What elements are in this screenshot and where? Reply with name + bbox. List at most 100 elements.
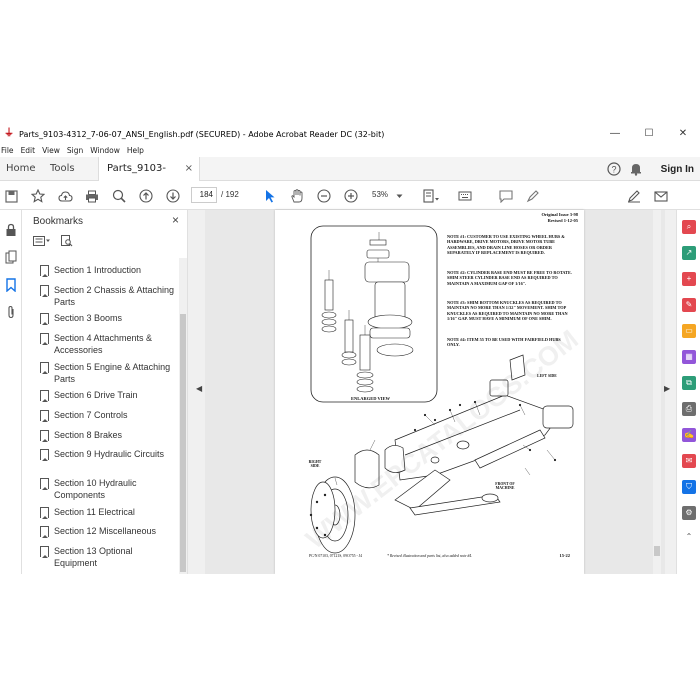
acrobat-logo-icon: ⏚	[4, 128, 14, 139]
menu-edit[interactable]: Edit	[21, 146, 36, 155]
bookmark-label: Section 11 Electrical	[54, 507, 135, 517]
comment-tool-icon[interactable]: ▭	[682, 324, 696, 338]
bookmark-label: Section 1 Introduction	[54, 265, 142, 275]
zoom-level[interactable]: 53%	[372, 187, 388, 203]
zoom-out-icon[interactable]	[314, 186, 334, 206]
expand-chevron-icon[interactable]: ⌃	[682, 530, 696, 544]
pdf-right-side: RIGHT SIDE	[308, 460, 322, 468]
bookmarks-panel-icon[interactable]	[1, 275, 21, 295]
bookmarks-scroll-thumb[interactable]	[180, 314, 186, 572]
bookmark-options-icon[interactable]	[33, 236, 51, 248]
bookmark-section-11[interactable]: Section 11 Electrical	[40, 506, 178, 519]
organize-pages-icon[interactable]: ▦	[682, 350, 696, 364]
bookmark-label: Section 10 Hydraulic Components	[54, 478, 137, 500]
bookmark-star-icon[interactable]	[28, 186, 48, 206]
bookmarks-close-button[interactable]: ×	[172, 213, 179, 227]
bookmark-section-3[interactable]: Section 3 Booms	[40, 312, 178, 325]
bookmark-flag-icon	[40, 430, 49, 442]
attachments-paperclip-icon[interactable]	[1, 302, 21, 322]
bookmark-section-12[interactable]: Section 12 Miscellaneous	[40, 525, 178, 538]
page-fit-icon[interactable]	[421, 186, 441, 206]
zoom-search-icon[interactable]	[109, 186, 129, 206]
bookmark-label: Section 12 Miscellaneous	[54, 526, 157, 536]
bookmark-flag-icon	[40, 362, 49, 374]
save-icon[interactable]	[1, 186, 21, 206]
bookmark-section-2[interactable]: Section 2 Chassis & Attaching Parts	[40, 284, 178, 308]
mail-icon[interactable]	[651, 186, 671, 206]
bookmark-section-5[interactable]: Section 5 Engine & Attaching Parts	[40, 361, 178, 385]
hand-tool-icon[interactable]	[287, 186, 307, 206]
collapse-right-panel-icon[interactable]: ▶	[664, 384, 670, 393]
help-icon[interactable]: ?	[603, 158, 625, 180]
bookmark-flag-icon	[40, 333, 49, 345]
tab-close-button[interactable]: ×	[185, 157, 193, 181]
fill-sign-icon[interactable]: ✍	[682, 428, 696, 442]
acrobat-window: ⏚ Parts_9103-4312_7-06-07_ANSI_English.p…	[0, 124, 700, 574]
tab-tools[interactable]: Tools	[50, 157, 75, 181]
next-page-icon[interactable]	[163, 186, 183, 206]
combine-files-icon[interactable]: ⧉	[682, 376, 696, 390]
menu-bar: File Edit View Sign Window Help	[0, 144, 700, 157]
edit-pdf-icon[interactable]: ✎	[682, 298, 696, 312]
select-cursor-icon[interactable]	[260, 186, 280, 206]
toolbar: 184 / 192 53%	[0, 181, 700, 210]
search-tool-icon[interactable]: ⌕	[682, 220, 696, 234]
find-bookmark-icon[interactable]	[61, 235, 73, 249]
close-window-button[interactable]: ✕	[666, 124, 700, 144]
bookmark-section-10[interactable]: Section 10 Hydraulic Components	[40, 477, 178, 501]
bookmark-section-13[interactable]: Section 13 Optional Equipment	[40, 545, 178, 569]
zoom-in-icon[interactable]	[341, 186, 361, 206]
document-scroll-thumb[interactable]	[654, 546, 660, 556]
pdf-page: Original Issue 3-98 Revised 1-12-05 NOTE…	[275, 210, 584, 574]
notification-bell-icon[interactable]	[625, 158, 647, 180]
document-scrollbar[interactable]	[653, 210, 661, 574]
print-icon[interactable]	[82, 186, 102, 206]
bookmarks-header: Bookmarks	[33, 216, 84, 227]
menu-sign[interactable]: Sign	[67, 146, 83, 155]
bookmarks-scrollbar[interactable]	[179, 258, 187, 574]
menu-view[interactable]: View	[42, 146, 60, 155]
bookmark-label: Section 7 Controls	[54, 410, 128, 420]
bookmark-label: Section 2 Chassis & Attaching Parts	[54, 285, 175, 307]
menu-help[interactable]: Help	[127, 146, 144, 155]
bookmark-label: Section 6 Drive Train	[54, 390, 138, 400]
keyboard-icon[interactable]	[455, 186, 475, 206]
right-tools-rail: ⌕ ↗ + ✎ ▭ ▦ ⧉ ⎙ ✍ ✉ ⛉ ⚙ ⌃	[676, 210, 700, 574]
create-pdf-icon[interactable]: +	[682, 272, 696, 286]
bookmark-section-4[interactable]: Section 4 Attachments & Accessories	[40, 332, 178, 356]
tab-home[interactable]: Home	[6, 157, 36, 181]
send-for-signature-icon[interactable]: ✉	[682, 454, 696, 468]
minimize-button[interactable]: —	[598, 124, 632, 144]
page-thumbnails-icon[interactable]	[1, 247, 21, 267]
menu-window[interactable]: Window	[90, 146, 120, 155]
bookmark-section-8[interactable]: Section 8 Brakes	[40, 429, 178, 442]
page-number-input[interactable]: 184	[191, 187, 217, 203]
protect-icon[interactable]: ⛉	[682, 480, 696, 494]
bookmark-section-9[interactable]: Section 9 Hydraulic Circuits	[40, 448, 178, 461]
lock-icon[interactable]	[1, 220, 21, 240]
collapse-left-panel-icon[interactable]: ◀	[196, 384, 202, 393]
bookmark-section-7[interactable]: Section 7 Controls	[40, 409, 178, 422]
bookmark-flag-icon	[40, 313, 49, 325]
bookmark-section-6[interactable]: Section 6 Drive Train	[40, 389, 178, 402]
comment-icon[interactable]	[496, 186, 516, 206]
more-tools-icon[interactable]: ⚙	[682, 506, 696, 520]
sign-pen-icon[interactable]	[624, 186, 644, 206]
export-pdf-icon[interactable]: ↗	[682, 246, 696, 260]
tab-bar-right: ? Sign In	[603, 157, 694, 181]
bookmarks-toolbar	[33, 234, 83, 250]
highlight-pen-icon[interactable]	[523, 186, 543, 206]
bookmark-section-1[interactable]: Section 1 Introduction	[40, 264, 178, 277]
page-total: / 192	[221, 190, 239, 199]
zoom-dropdown-chevron-icon[interactable]	[394, 186, 404, 206]
bookmark-flag-icon	[40, 526, 49, 538]
sign-in-button[interactable]: Sign In	[661, 164, 694, 175]
maximize-button[interactable]: ☐	[632, 124, 666, 144]
scan-ocr-icon[interactable]: ⎙	[682, 402, 696, 416]
previous-page-icon[interactable]	[136, 186, 156, 206]
tab-document[interactable]: Parts_9103-4312_... ×	[98, 157, 200, 198]
menu-file[interactable]: File	[1, 146, 14, 155]
bookmark-label: Section 3 Booms	[54, 313, 123, 323]
cloud-upload-icon[interactable]	[55, 186, 75, 206]
window-controls: — ☐ ✕	[598, 124, 700, 144]
